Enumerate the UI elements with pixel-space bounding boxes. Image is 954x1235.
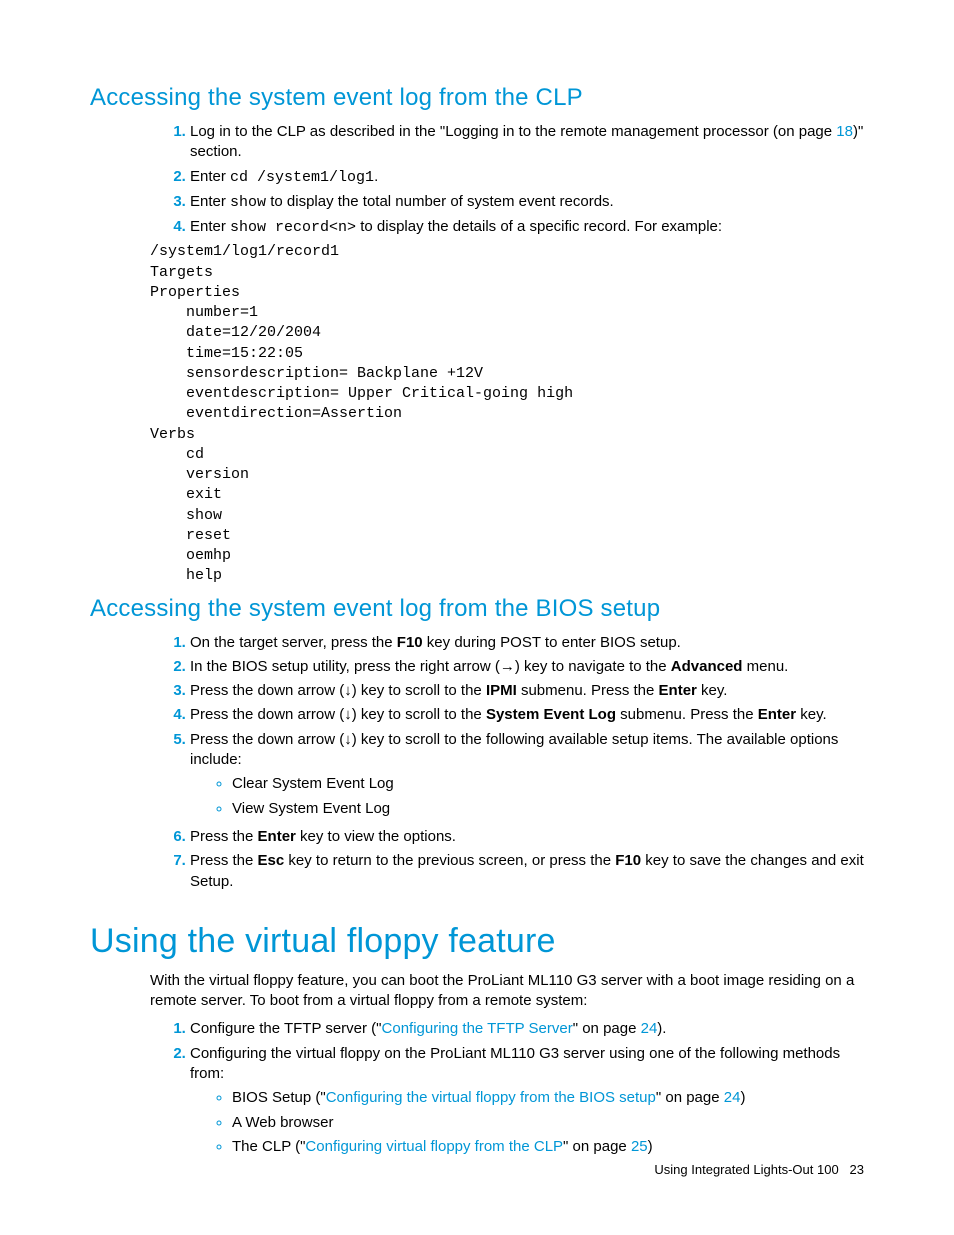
code-inline: cd /system1/log1 bbox=[230, 169, 374, 186]
list-item: Press the down arrow (↓) key to scroll t… bbox=[190, 703, 864, 727]
page-number: 23 bbox=[850, 1162, 864, 1177]
bold-text: F10 bbox=[397, 634, 423, 651]
bold-text: Esc bbox=[258, 852, 285, 869]
text: " on page bbox=[656, 1089, 724, 1106]
text: " on page bbox=[563, 1138, 631, 1155]
text: menu. bbox=[742, 658, 788, 675]
text: In the BIOS setup utility, press the rig… bbox=[190, 658, 671, 675]
text: Configuring the virtual floppy on the Pr… bbox=[190, 1045, 840, 1082]
text: ) bbox=[740, 1089, 745, 1106]
text: submenu. Press the bbox=[616, 706, 758, 723]
bold-text: Enter bbox=[258, 828, 296, 845]
text: . bbox=[374, 168, 378, 185]
text: key during POST to enter BIOS setup. bbox=[423, 634, 681, 651]
bold-text: Advanced bbox=[671, 658, 743, 675]
cross-ref-link[interactable]: Configuring the virtual floppy from the … bbox=[326, 1089, 656, 1106]
text: BIOS Setup (" bbox=[232, 1089, 326, 1106]
bullet-item: A Web browser bbox=[232, 1111, 864, 1136]
cross-ref-link[interactable]: Configuring the TFTP Server bbox=[382, 1020, 573, 1037]
code-inline: show bbox=[230, 194, 266, 211]
bullet-list: BIOS Setup ("Configuring the virtual flo… bbox=[214, 1086, 864, 1160]
list-item: Enter show to display the total number o… bbox=[190, 190, 864, 215]
text: Press the bbox=[190, 852, 258, 869]
text: Log in to the CLP as described in the "L… bbox=[190, 123, 836, 140]
bullet-item: View System Event Log bbox=[232, 797, 864, 822]
list-item: Configuring the virtual floppy on the Pr… bbox=[190, 1042, 864, 1164]
code-block: /system1/log1/record1 Targets Properties… bbox=[150, 242, 864, 586]
text: Enter bbox=[190, 193, 230, 210]
steps-floppy: Configure the TFTP server ("Configuring … bbox=[150, 1017, 864, 1163]
footer-title: Using Integrated Lights-Out 100 bbox=[654, 1162, 838, 1177]
bullet-list: Clear System Event Log View System Event… bbox=[214, 772, 864, 821]
text: Configure the TFTP server (" bbox=[190, 1020, 382, 1037]
heading-bios: Accessing the system event log from the … bbox=[90, 595, 864, 623]
page-link[interactable]: 24 bbox=[641, 1020, 658, 1037]
bold-text: F10 bbox=[615, 852, 641, 869]
text: The CLP (" bbox=[232, 1138, 305, 1155]
text: Press the down arrow (↓) key to scroll t… bbox=[190, 731, 838, 768]
list-item: Configure the TFTP server ("Configuring … bbox=[190, 1017, 864, 1041]
list-item: Enter show record<n> to display the deta… bbox=[190, 215, 864, 240]
list-item: Press the Esc key to return to the previ… bbox=[190, 849, 864, 894]
page-link[interactable]: 18 bbox=[836, 123, 853, 140]
heading-clp: Accessing the system event log from the … bbox=[90, 84, 864, 112]
text: key to return to the previous screen, or… bbox=[284, 852, 615, 869]
list-item: Press the Enter key to view the options. bbox=[190, 825, 864, 849]
code-inline: show record<n> bbox=[230, 219, 356, 236]
list-item: On the target server, press the F10 key … bbox=[190, 631, 864, 655]
steps-clp: Log in to the CLP as described in the "L… bbox=[150, 120, 864, 240]
bold-text: Enter bbox=[659, 682, 697, 699]
bold-text: System Event Log bbox=[486, 706, 616, 723]
text: to display the total number of system ev… bbox=[266, 193, 614, 210]
text: Enter bbox=[190, 218, 230, 235]
text: " on page bbox=[573, 1020, 641, 1037]
page-link[interactable]: 25 bbox=[631, 1138, 648, 1155]
text: Press the bbox=[190, 828, 258, 845]
text: key to view the options. bbox=[296, 828, 456, 845]
steps-bios: On the target server, press the F10 key … bbox=[150, 631, 864, 894]
cross-ref-link[interactable]: Configuring virtual floppy from the CLP bbox=[305, 1138, 563, 1155]
bold-text: Enter bbox=[758, 706, 796, 723]
text: to display the details of a specific rec… bbox=[356, 218, 722, 235]
text: On the target server, press the bbox=[190, 634, 397, 651]
text: Press the down arrow (↓) key to scroll t… bbox=[190, 706, 486, 723]
bold-text: IPMI bbox=[486, 682, 517, 699]
list-item: Enter cd /system1/log1. bbox=[190, 165, 864, 190]
text: Enter bbox=[190, 168, 230, 185]
bullet-item: The CLP ("Configuring virtual floppy fro… bbox=[232, 1135, 864, 1160]
list-item: Press the down arrow (↓) key to scroll t… bbox=[190, 728, 864, 826]
list-item: In the BIOS setup utility, press the rig… bbox=[190, 655, 864, 679]
document-page: Accessing the system event log from the … bbox=[0, 0, 954, 1235]
text: ) bbox=[648, 1138, 653, 1155]
intro-paragraph: With the virtual floppy feature, you can… bbox=[150, 971, 864, 1012]
heading-virtual-floppy: Using the virtual floppy feature bbox=[90, 922, 864, 961]
text: key. bbox=[796, 706, 827, 723]
bullet-item: Clear System Event Log bbox=[232, 772, 864, 797]
text: ). bbox=[657, 1020, 666, 1037]
page-link[interactable]: 24 bbox=[724, 1089, 741, 1106]
bullet-item: BIOS Setup ("Configuring the virtual flo… bbox=[232, 1086, 864, 1111]
text: submenu. Press the bbox=[517, 682, 659, 699]
list-item: Press the down arrow (↓) key to scroll t… bbox=[190, 679, 864, 703]
text: key. bbox=[697, 682, 728, 699]
page-footer: Using Integrated Lights-Out 100 23 bbox=[654, 1162, 864, 1177]
list-item: Log in to the CLP as described in the "L… bbox=[190, 120, 864, 165]
text: Press the down arrow (↓) key to scroll t… bbox=[190, 682, 486, 699]
